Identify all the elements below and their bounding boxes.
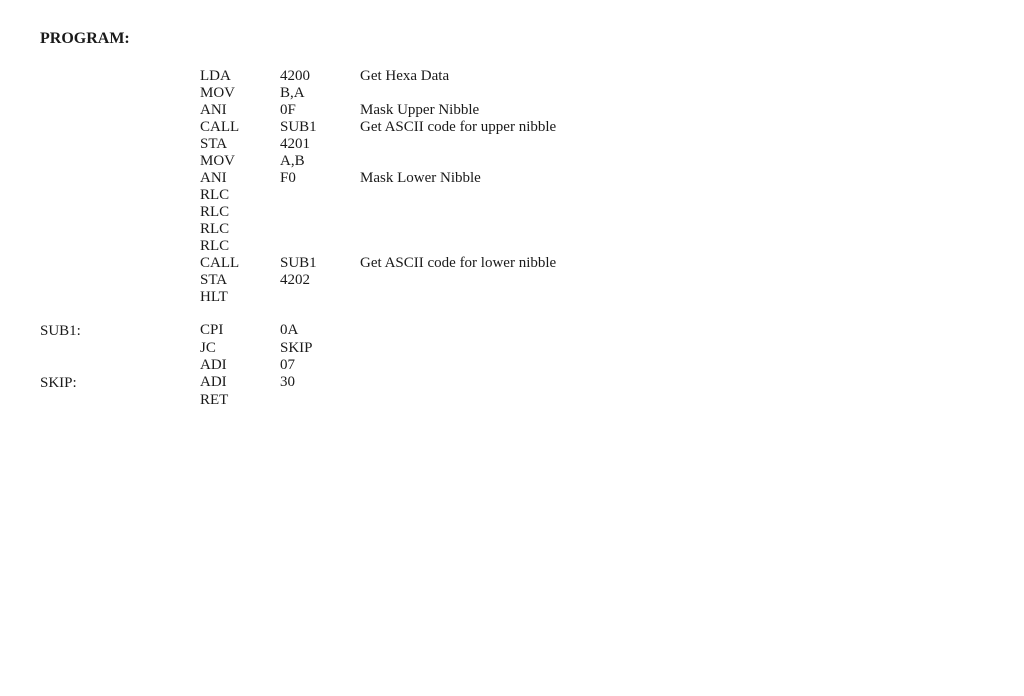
instruction-mnemonic: CALL xyxy=(200,119,280,136)
instruction-comment: Get Hexa Data xyxy=(360,68,556,85)
instruction-comment xyxy=(360,374,556,392)
instruction-operand: SUB1 xyxy=(280,119,360,136)
table-row: STA4201 xyxy=(40,136,556,153)
instruction-label xyxy=(40,187,200,204)
instruction-mnemonic: RLC xyxy=(200,238,280,255)
instruction-comment xyxy=(360,322,556,340)
instruction-label xyxy=(40,392,200,409)
instruction-label xyxy=(40,340,200,357)
instruction-label xyxy=(40,204,200,221)
table-row: MOVB,A xyxy=(40,85,556,102)
instruction-operand: 4202 xyxy=(280,272,360,289)
table-row: RLC xyxy=(40,238,556,255)
instruction-label xyxy=(40,119,200,136)
instruction-mnemonic: RET xyxy=(200,392,280,409)
instruction-mnemonic: MOV xyxy=(200,153,280,170)
instruction-operand: 0A xyxy=(280,322,360,340)
instruction-comment xyxy=(360,272,556,289)
instruction-label xyxy=(40,153,200,170)
program-heading: PROGRAM: xyxy=(40,30,984,48)
instruction-operand: 0F xyxy=(280,102,360,119)
instruction-label xyxy=(40,357,200,374)
table-row: CALLSUB1Get ASCII code for lower nibble xyxy=(40,255,556,272)
table-row: RET xyxy=(40,392,556,409)
instruction-operand xyxy=(280,187,360,204)
table-row: STA4202 xyxy=(40,272,556,289)
table-row xyxy=(40,306,556,322)
instruction-mnemonic: RLC xyxy=(200,221,280,238)
instruction-mnemonic: RLC xyxy=(200,204,280,221)
instruction-label xyxy=(40,238,200,255)
instruction-operand xyxy=(280,221,360,238)
table-row: MOVA,B xyxy=(40,153,556,170)
instruction-label xyxy=(40,255,200,272)
instruction-mnemonic: STA xyxy=(200,272,280,289)
instruction-label xyxy=(40,102,200,119)
instruction-label: SUB1: xyxy=(40,322,200,340)
instruction-operand: 30 xyxy=(280,374,360,392)
instruction-comment xyxy=(360,187,556,204)
instruction-operand: SUB1 xyxy=(280,255,360,272)
instruction-mnemonic: MOV xyxy=(200,85,280,102)
table-row: SUB1:CPI0A xyxy=(40,322,556,340)
instruction-comment xyxy=(360,221,556,238)
table-row: ANI0FMask Upper Nibble xyxy=(40,102,556,119)
instruction-operand xyxy=(280,289,360,306)
table-row: JCSKIP xyxy=(40,340,556,357)
instruction-mnemonic: LDA xyxy=(200,68,280,85)
instruction-comment xyxy=(360,85,556,102)
table-row: RLC xyxy=(40,221,556,238)
instruction-comment xyxy=(360,238,556,255)
instruction-label xyxy=(40,170,200,187)
instruction-operand xyxy=(280,392,360,409)
instruction-operand: 4200 xyxy=(280,68,360,85)
table-row: LDA4200Get Hexa Data xyxy=(40,68,556,85)
table-row: ANIF0Mask Lower Nibble xyxy=(40,170,556,187)
page-container: PROGRAM: LDA4200Get Hexa DataMOVB,AANI0F… xyxy=(40,30,984,409)
instruction-label: SKIP: xyxy=(40,374,200,392)
instruction-operand: 4201 xyxy=(280,136,360,153)
instruction-comment xyxy=(360,136,556,153)
instruction-comment xyxy=(360,392,556,409)
instruction-comment xyxy=(360,357,556,374)
instruction-operand xyxy=(280,204,360,221)
program-table: LDA4200Get Hexa DataMOVB,AANI0FMask Uppe… xyxy=(40,68,556,409)
instruction-operand xyxy=(280,238,360,255)
instruction-mnemonic: CPI xyxy=(200,322,280,340)
instruction-operand: F0 xyxy=(280,170,360,187)
instruction-operand: SKIP xyxy=(280,340,360,357)
instruction-mnemonic: ADI xyxy=(200,374,280,392)
instruction-comment xyxy=(360,340,556,357)
instruction-label xyxy=(40,68,200,85)
table-row: HLT xyxy=(40,289,556,306)
instruction-comment xyxy=(360,289,556,306)
instruction-label xyxy=(40,85,200,102)
instruction-mnemonic: ANI xyxy=(200,170,280,187)
instruction-operand: B,A xyxy=(280,85,360,102)
instruction-label xyxy=(40,289,200,306)
instruction-comment xyxy=(360,153,556,170)
instruction-comment: Mask Upper Nibble xyxy=(360,102,556,119)
instruction-mnemonic: JC xyxy=(200,340,280,357)
instruction-operand: 07 xyxy=(280,357,360,374)
instruction-label xyxy=(40,272,200,289)
instruction-comment: Mask Lower Nibble xyxy=(360,170,556,187)
instruction-mnemonic: STA xyxy=(200,136,280,153)
instruction-mnemonic: ADI xyxy=(200,357,280,374)
table-row: ADI07 xyxy=(40,357,556,374)
instruction-label xyxy=(40,136,200,153)
instruction-mnemonic: RLC xyxy=(200,187,280,204)
table-row: RLC xyxy=(40,204,556,221)
table-row: RLC xyxy=(40,187,556,204)
instruction-operand: A,B xyxy=(280,153,360,170)
instruction-mnemonic: HLT xyxy=(200,289,280,306)
instruction-label xyxy=(40,221,200,238)
instruction-mnemonic: CALL xyxy=(200,255,280,272)
table-row: CALLSUB1Get ASCII code for upper nibble xyxy=(40,119,556,136)
instruction-comment xyxy=(360,204,556,221)
instruction-comment: Get ASCII code for upper nibble xyxy=(360,119,556,136)
instruction-comment: Get ASCII code for lower nibble xyxy=(360,255,556,272)
table-row: SKIP:ADI30 xyxy=(40,374,556,392)
instruction-mnemonic: ANI xyxy=(200,102,280,119)
